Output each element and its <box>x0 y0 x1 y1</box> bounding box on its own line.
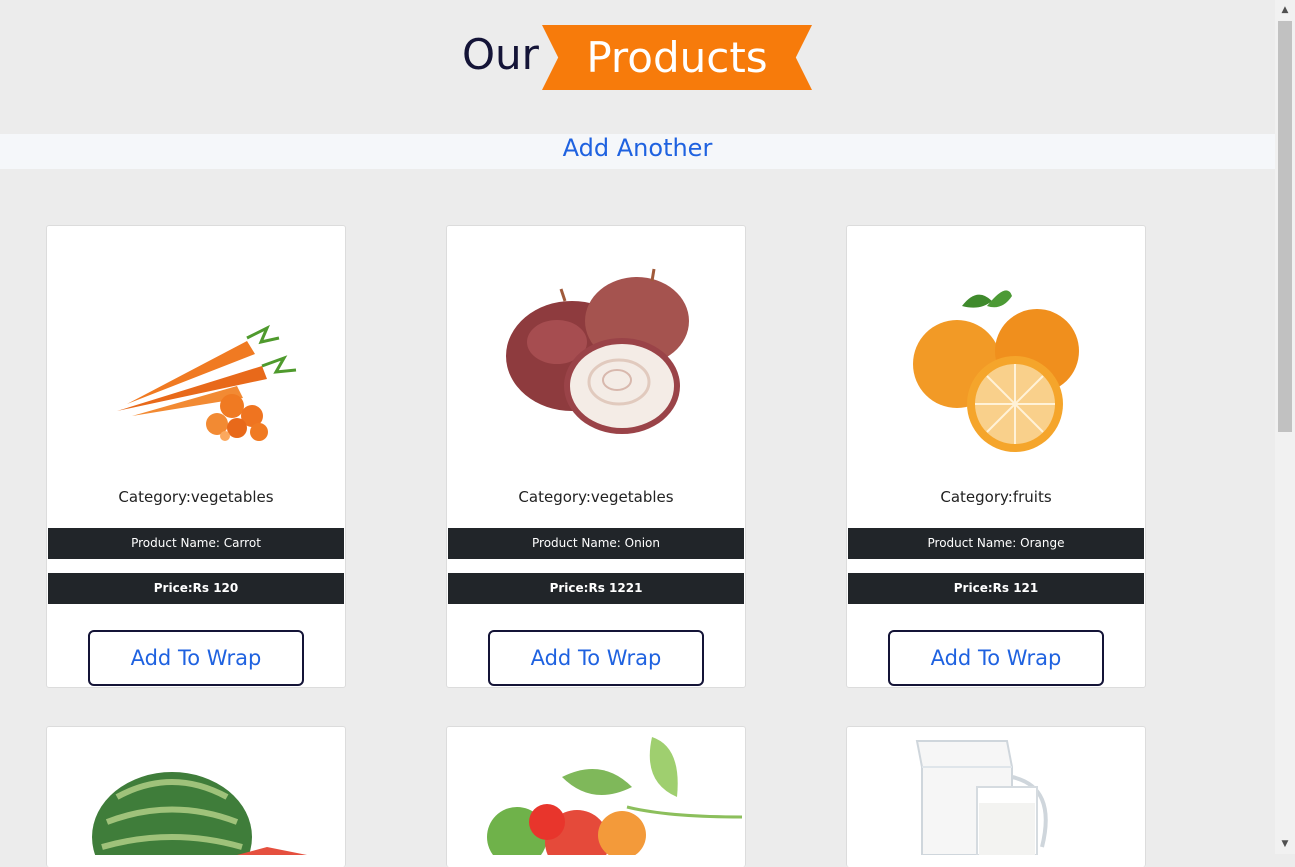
product-price: Price:Rs 121 <box>848 573 1144 604</box>
product-card: Category:fruits Product Name: Orange Pri… <box>846 225 1146 688</box>
add-to-wrap-button[interactable]: Add To Wrap <box>888 630 1104 686</box>
orange-image <box>913 290 1079 452</box>
product-category: Category:fruits <box>940 488 1052 506</box>
product-price: Price:Rs 120 <box>48 573 344 604</box>
product-card <box>446 726 746 867</box>
product-card: Category:vegetables Product Name: Onion … <box>446 225 746 688</box>
product-name: Product Name: Orange <box>848 528 1144 559</box>
carrot-image <box>117 324 297 441</box>
scroll-down-arrow-icon[interactable]: ▼ <box>1279 838 1291 850</box>
product-name: Product Name: Carrot <box>48 528 344 559</box>
page-title-our: Our <box>462 30 539 79</box>
watermelon-image <box>92 772 307 867</box>
product-price: Price:Rs 1221 <box>448 573 744 604</box>
product-name: Product Name: Onion <box>448 528 744 559</box>
add-to-wrap-button[interactable]: Add To Wrap <box>488 630 704 686</box>
product-category: Category:vegetables <box>518 488 674 506</box>
page-title-products: Products <box>586 33 768 82</box>
mixed-fruits-image <box>487 737 743 867</box>
milk-jug-image <box>915 740 1048 856</box>
product-card: Category:vegetables Product Name: Carrot… <box>46 225 346 688</box>
product-card <box>846 726 1146 867</box>
vertical-scrollbar[interactable]: ▲ ▼ <box>1275 0 1295 854</box>
add-another-bar: Add Another <box>0 134 1275 169</box>
scroll-up-arrow-icon[interactable]: ▲ <box>1279 4 1291 16</box>
add-another-link[interactable]: Add Another <box>563 134 713 162</box>
onion-image <box>506 268 689 434</box>
page-title: Our Products <box>0 22 1275 92</box>
scrollbar-thumb[interactable] <box>1278 21 1292 432</box>
product-category: Category:vegetables <box>118 488 274 506</box>
add-to-wrap-button[interactable]: Add To Wrap <box>88 630 304 686</box>
title-ribbon: Products <box>542 25 812 90</box>
product-card <box>46 726 346 867</box>
